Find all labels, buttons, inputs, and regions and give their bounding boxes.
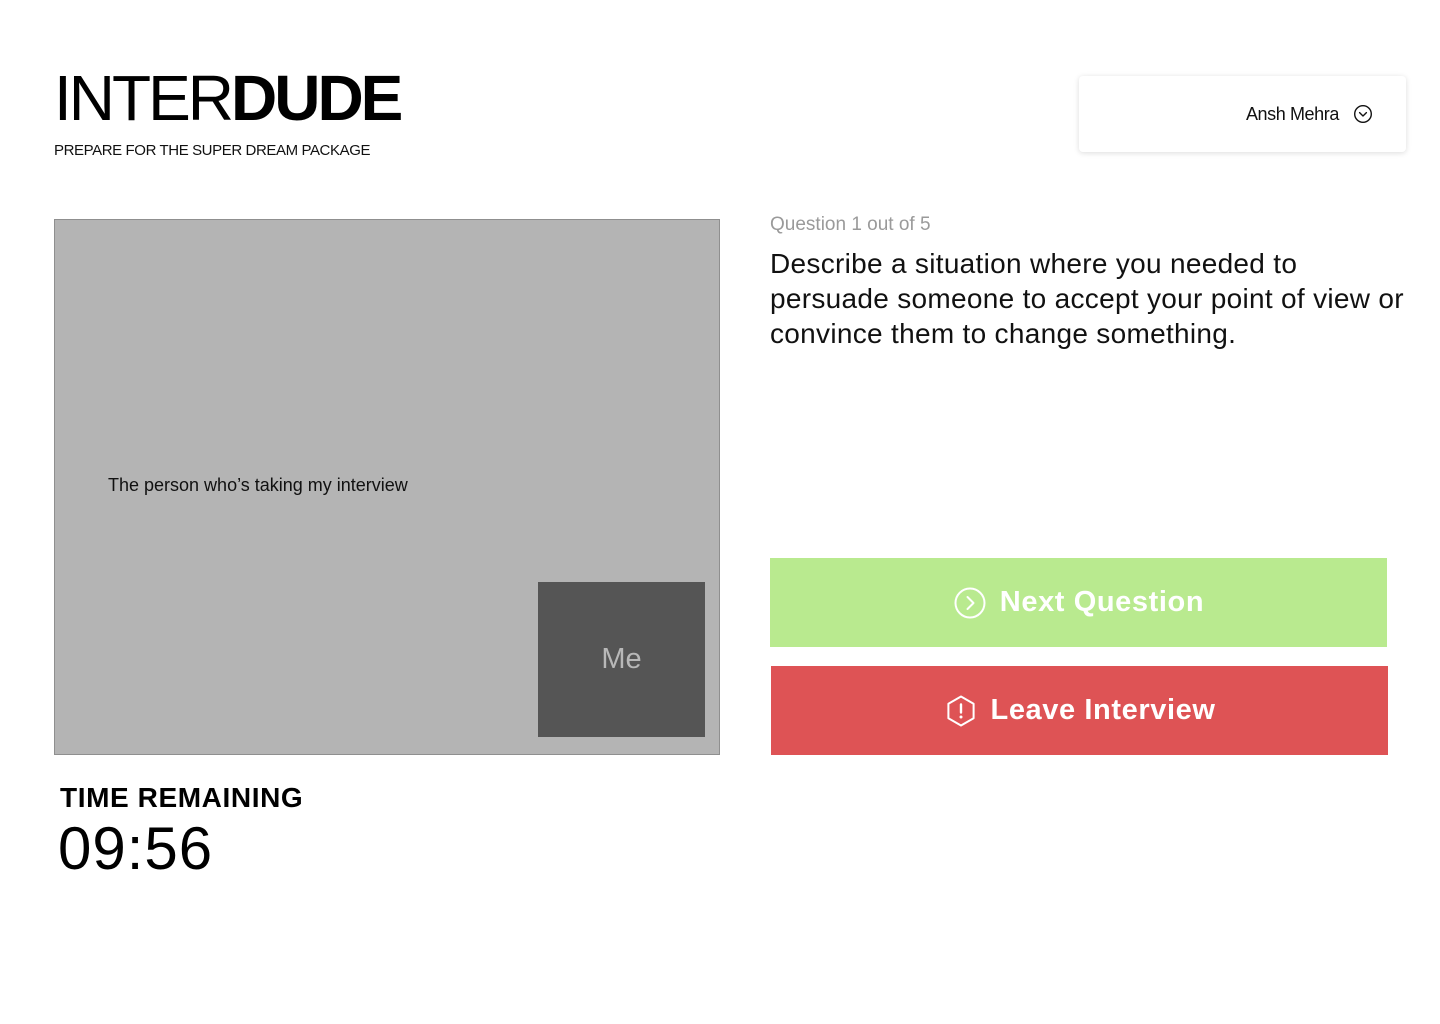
- chevron-right-circle-icon: [954, 587, 986, 618]
- app-tagline: PREPARE FOR THE SUPER DREAM PACKAGE: [54, 142, 371, 159]
- interviewer-video: The person who’s taking my interview Me: [54, 219, 720, 755]
- question-text: Describe a situation where you needed to…: [770, 248, 1404, 349]
- logo-text: INTERDUDE: [54, 62, 403, 134]
- timer-title: TIME REMAINING: [60, 782, 304, 813]
- chevron-down-circle-icon: [1353, 104, 1373, 124]
- next-question-button[interactable]: Next Question: [770, 558, 1387, 647]
- logo-bold-part: DUDE: [231, 62, 403, 134]
- leave-interview-label: Leave Interview: [990, 694, 1216, 726]
- user-name: Ansh Mehra: [1245, 103, 1339, 124]
- app-logo: INTERDUDE: [54, 62, 403, 134]
- leave-interview-button[interactable]: Leave Interview: [771, 666, 1388, 755]
- self-video-label: Me: [601, 643, 642, 675]
- user-menu[interactable]: Ansh Mehra: [1079, 76, 1406, 152]
- next-question-label: Next Question: [999, 586, 1205, 618]
- interview-page: INTERDUDE PREPARE FOR THE SUPER DREAM PA…: [0, 0, 1440, 1024]
- question-counter: Question 1 out of 5: [770, 214, 931, 235]
- interviewer-video-label: The person who’s taking my interview: [108, 475, 408, 495]
- logo-light-part: INTER: [54, 62, 234, 134]
- alert-hexagon-icon: [946, 695, 975, 726]
- self-video: Me: [538, 582, 705, 737]
- timer-value: 09:56: [58, 815, 214, 882]
